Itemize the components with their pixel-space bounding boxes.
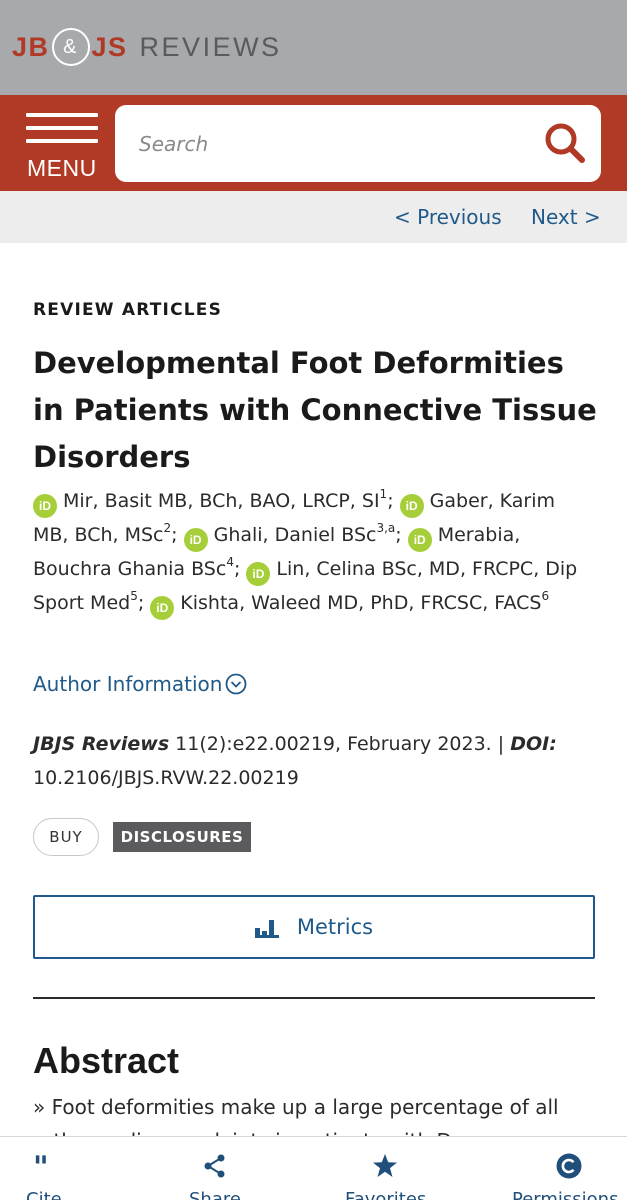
star-icon [373, 1154, 397, 1177]
hamburger-icon-line [26, 126, 98, 130]
journal-name: JBJS Reviews [33, 733, 170, 755]
orcid-icon[interactable]: iD [407, 528, 432, 552]
doi-label: DOI: [510, 733, 557, 755]
author-name[interactable]: Kishta, Waleed MD, PhD, FRCSC, FACS [180, 592, 541, 614]
author-information-label: Author Information [33, 672, 223, 696]
author-affiliation: 4 [226, 555, 234, 569]
share-icon [204, 1154, 225, 1178]
svg-text:": " [33, 1153, 49, 1179]
share-button[interactable]: Share [165, 1137, 265, 1200]
author-separator: ; [171, 524, 178, 546]
favorites-label: Favorites [345, 1189, 427, 1200]
logo-part-reviews: REVIEWS [139, 31, 282, 62]
pagination-bar: < Previous Next > [0, 191, 627, 243]
hamburger-icon [26, 113, 98, 117]
orcid-icon[interactable]: iD [150, 596, 175, 620]
copyright-icon [556, 1153, 582, 1179]
orcid-icon[interactable]: iD [399, 494, 424, 518]
orcid-icon[interactable]: iD [33, 494, 57, 518]
search-box [115, 105, 601, 182]
author-separator: ; [233, 558, 241, 580]
quote-icon: " [33, 1153, 49, 1179]
jbjs-reviews-logo[interactable]: JB & JS REVIEWS [12, 28, 282, 66]
hamburger-icon-line [26, 139, 98, 143]
bar-chart-icon [254, 920, 279, 938]
permissions-label: Permissions [512, 1189, 619, 1200]
abstract-text-continued: orthopaedic complaints in patients with … [33, 1124, 608, 1136]
cite-label: Cite [26, 1189, 62, 1200]
abstract-heading: Abstract [33, 1040, 180, 1081]
favorites-button[interactable]: Favorites [335, 1137, 435, 1200]
author-affiliation: 6 [541, 589, 550, 603]
article-title: Developmental Foot Deformities in Patien… [33, 346, 597, 474]
metrics-label: Metrics [296, 915, 374, 939]
author-affiliation: 3,a [376, 521, 396, 535]
bottom-toolbar: " Cite Share Favorites Permissions [0, 1136, 627, 1200]
abstract-text: » Foot deformities make up a large perce… [33, 1095, 559, 1119]
author-affiliation: 5 [130, 589, 138, 603]
search-input[interactable] [115, 105, 535, 182]
share-label: Share [189, 1189, 241, 1200]
menu-button[interactable]: MENU [24, 113, 100, 181]
disclosures-button[interactable]: DISCLOSURES [113, 822, 251, 852]
next-link[interactable]: Next > [531, 205, 601, 229]
buy-button[interactable]: BUY [33, 818, 99, 856]
menu-label: MENU [27, 155, 97, 181]
chevron-down-circle-icon [226, 673, 247, 695]
previous-link[interactable]: < Previous [394, 205, 502, 229]
metrics-button[interactable]: Metrics [33, 895, 595, 959]
section-label: REVIEW ARTICLES [33, 300, 223, 320]
logo-part-jb: JB [12, 31, 50, 62]
author-separator: ; [137, 592, 145, 614]
cite-button[interactable]: " Cite [0, 1137, 100, 1200]
permissions-button[interactable]: Permissions [512, 1137, 620, 1200]
author-list: iD Mir, Basit MB, BCh, BAO, LRCP, SI1; iD… [33, 484, 593, 620]
brand-header: JB & JS REVIEWS [0, 0, 627, 95]
orcid-icon[interactable]: iD [246, 562, 271, 586]
author-separator: ; [395, 524, 402, 546]
logo-part-js: JS [91, 31, 128, 62]
section-divider [33, 997, 595, 999]
nav-bar: MENU [0, 95, 627, 191]
author-affiliation: 2 [163, 521, 172, 535]
author-name[interactable]: Ghali, Daniel BSc [214, 524, 377, 546]
logo-ampersand: & [51, 28, 90, 66]
author-name[interactable]: Mir, Basit MB, BCh, BAO, LRCP, SI [63, 490, 380, 512]
orcid-icon[interactable]: iD [183, 528, 208, 552]
author-information-toggle[interactable]: Author Information [33, 672, 247, 696]
citation-details: 11(2):e22.00219, February 2023. | [169, 733, 511, 755]
citation: JBJS Reviews 11(2):e22.00219, February 2… [33, 727, 603, 795]
doi-value[interactable]: 10.2106/JBJS.RVW.22.00219 [33, 767, 299, 789]
magnifier-icon[interactable] [543, 121, 587, 165]
author-separator: ; [387, 490, 394, 512]
